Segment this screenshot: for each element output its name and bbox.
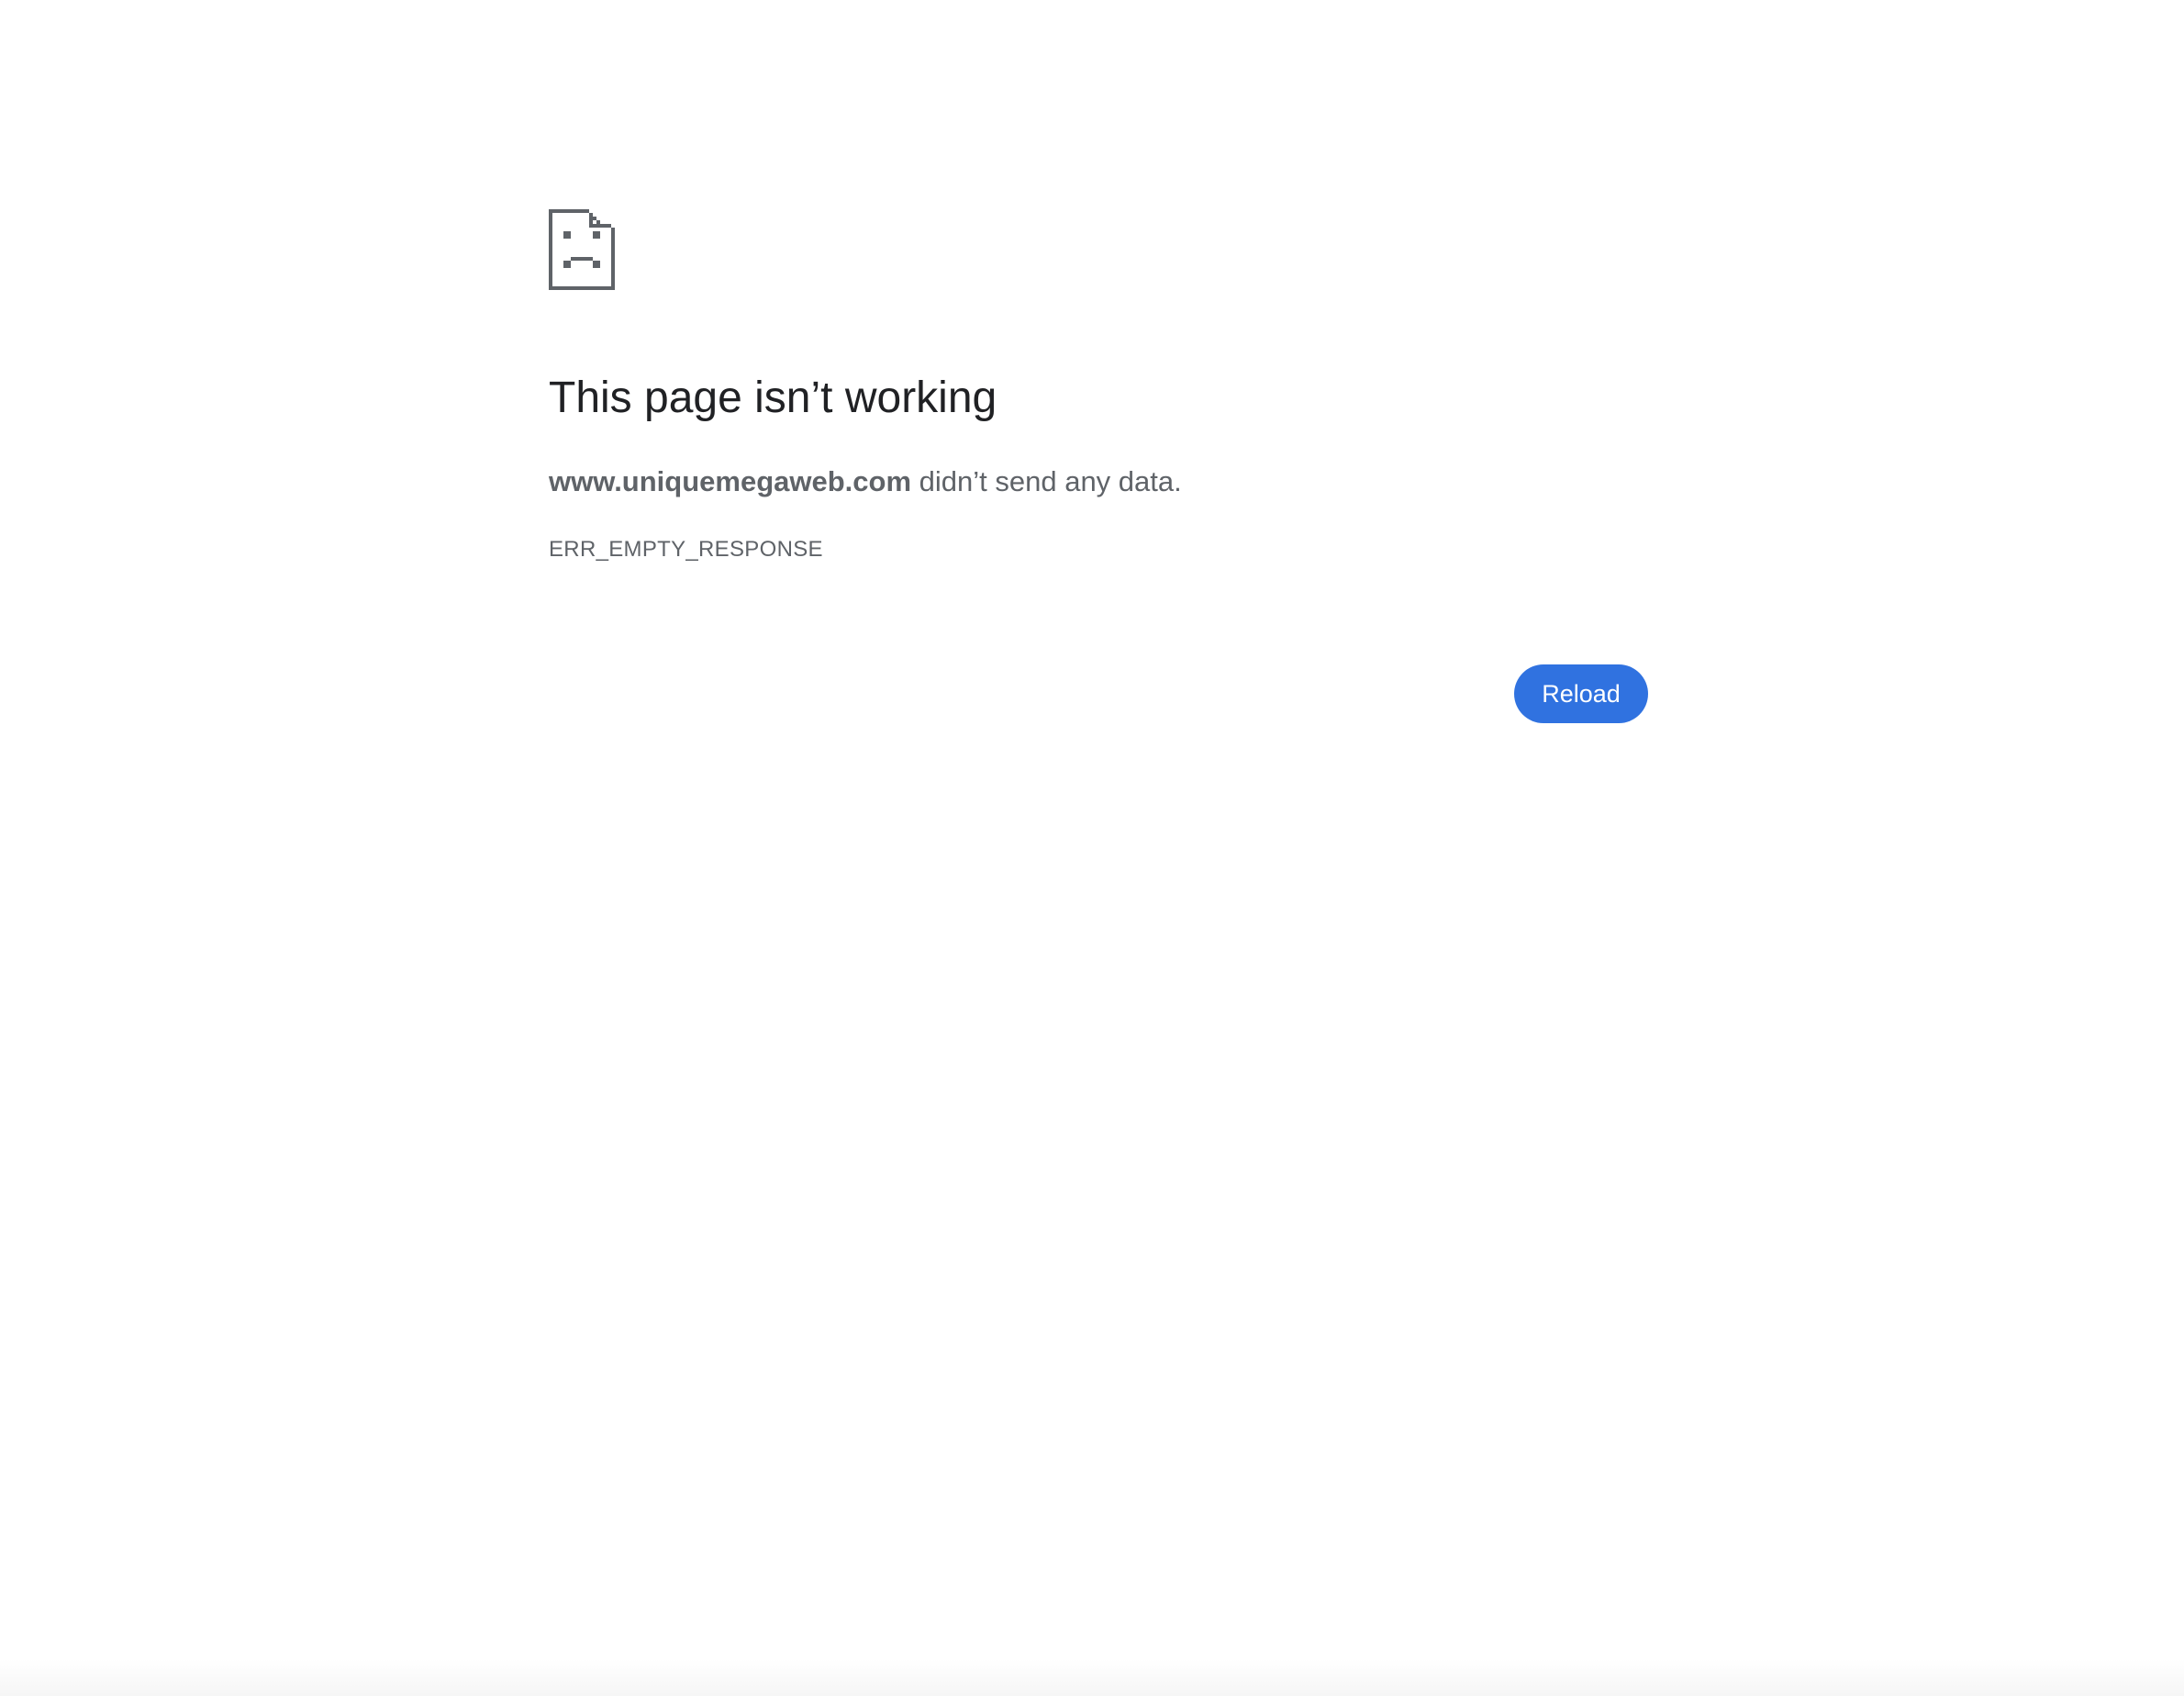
error-summary: www.uniquemegaweb.com didn’t send any da… — [549, 464, 1182, 498]
error-code: ERR_EMPTY_RESPONSE — [549, 537, 823, 562]
sad-page-icon — [549, 209, 615, 290]
error-host: www.uniquemegaweb.com — [549, 465, 912, 497]
bottom-fade — [0, 1659, 2184, 1696]
page-title: This page isn’t working — [549, 374, 997, 422]
error-message: didn’t send any data. — [911, 465, 1182, 497]
reload-button[interactable]: Reload — [1514, 664, 1648, 723]
